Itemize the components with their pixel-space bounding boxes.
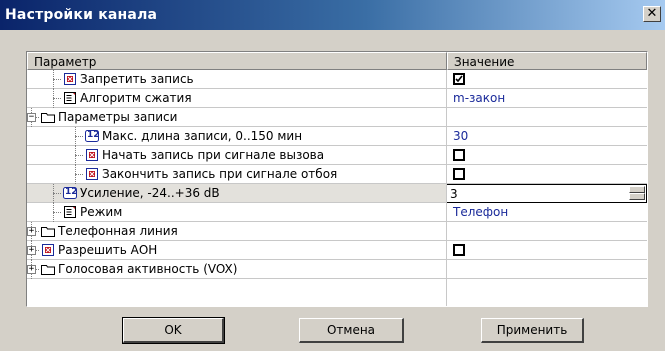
close-button[interactable]: ✕: [643, 6, 661, 22]
column-divider: [446, 70, 447, 306]
tree-connector: [53, 193, 61, 194]
param-label: Закончить запись при сигнале отбоя: [102, 167, 338, 181]
grid-row[interactable]: Начать запись при сигнале вызова: [27, 146, 647, 165]
grid-row[interactable]: − Параметры записи: [27, 108, 647, 127]
folder-icon: [40, 223, 56, 239]
tree-connector: [75, 174, 83, 175]
list-param-icon: [62, 204, 78, 220]
gain-input[interactable]: [450, 186, 620, 201]
param-label: Голосовая активность (VOX): [58, 262, 238, 276]
numeric-badge-text: 12: [87, 130, 100, 140]
grid-row[interactable]: + Телефонная линия: [27, 222, 647, 241]
param-label: Усиление, -24..+36 dB: [80, 186, 220, 200]
close-icon: ✕: [646, 6, 658, 21]
numeric-param-icon: 12: [84, 128, 100, 144]
expander-toggle[interactable]: +: [27, 227, 36, 236]
tree-connector: [75, 155, 83, 156]
value-checkbox[interactable]: [453, 168, 465, 180]
checkbox-param-icon: [62, 71, 78, 87]
folder-icon: [40, 261, 56, 277]
param-label: Запретить запись: [80, 72, 194, 86]
gain-spin-edit[interactable]: [446, 184, 647, 203]
list-param-icon: [62, 90, 78, 106]
grid-header: Параметр Значение: [27, 52, 647, 70]
folder-icon: [40, 109, 56, 125]
param-value[interactable]: 30: [453, 127, 468, 146]
spin-buttons[interactable]: [629, 186, 645, 201]
settings-dialog: Настройки канала ✕ Параметр Значение Зап…: [0, 0, 665, 351]
property-grid: Параметр Значение Запретить запись Алгори…: [26, 51, 648, 307]
numeric-badge-text: 12: [65, 187, 78, 197]
tree-connector: [53, 89, 54, 108]
value-checkbox[interactable]: [453, 149, 465, 161]
param-value[interactable]: Телефон: [453, 203, 508, 222]
spin-up-button[interactable]: [629, 186, 645, 193]
checkbox-param-icon: [84, 166, 100, 182]
tree-connector: [53, 212, 61, 213]
grid-row[interactable]: + Голосовая активность (VOX): [27, 260, 647, 279]
tree-connector: [53, 79, 61, 80]
ok-button[interactable]: OK: [122, 317, 225, 344]
column-header-parameter[interactable]: Параметр: [27, 52, 447, 70]
grid-row[interactable]: + Разрешить АОН: [27, 241, 647, 260]
tree-connector: [53, 184, 54, 203]
check-mark-icon: [455, 75, 463, 83]
tree-connector: [75, 127, 76, 146]
expander-toggle[interactable]: +: [27, 246, 36, 255]
tree-connector: [75, 146, 76, 165]
param-label: Начать запись при сигнале вызова: [102, 148, 325, 162]
checkbox-param-icon: [40, 242, 56, 258]
tree-connector: [53, 203, 54, 222]
param-label: Телефонная линия: [58, 224, 178, 238]
tree-connector: [75, 136, 83, 137]
tree-connector: [53, 70, 54, 89]
column-header-value[interactable]: Значение: [447, 52, 647, 70]
grid-row[interactable]: Запретить запись: [27, 70, 647, 89]
window-title: Настройки канала: [5, 7, 158, 23]
cancel-button[interactable]: Отмена: [299, 318, 404, 343]
grid-row[interactable]: 12 Усиление, -24..+36 dB: [27, 184, 647, 203]
param-label: Разрешить АОН: [58, 243, 158, 257]
expander-toggle[interactable]: −: [27, 113, 36, 122]
param-label: Макс. длина записи, 0..150 мин: [102, 129, 303, 143]
param-label: Алгоритм сжатия: [80, 91, 192, 105]
value-checkbox[interactable]: [453, 244, 465, 256]
expander-toggle[interactable]: +: [27, 265, 36, 274]
param-label: Режим: [80, 205, 123, 219]
grid-row[interactable]: Закончить запись при сигнале отбоя: [27, 165, 647, 184]
grid-row[interactable]: Режим Телефон: [27, 203, 647, 222]
spin-down-button[interactable]: [629, 193, 645, 200]
checkbox-param-icon: [84, 147, 100, 163]
tree-connector: [75, 165, 76, 184]
value-checkbox[interactable]: [453, 73, 465, 85]
param-label: Параметры записи: [58, 110, 178, 124]
param-value[interactable]: m-закон: [453, 89, 505, 108]
tree-connector: [53, 98, 61, 99]
numeric-param-icon: 12: [62, 185, 78, 201]
grid-row[interactable]: 12 Макс. длина записи, 0..150 мин 30: [27, 127, 647, 146]
apply-button[interactable]: Применить: [481, 318, 584, 343]
grid-row[interactable]: Алгоритм сжатия m-закон: [27, 89, 647, 108]
title-bar[interactable]: Настройки канала ✕: [0, 0, 665, 30]
